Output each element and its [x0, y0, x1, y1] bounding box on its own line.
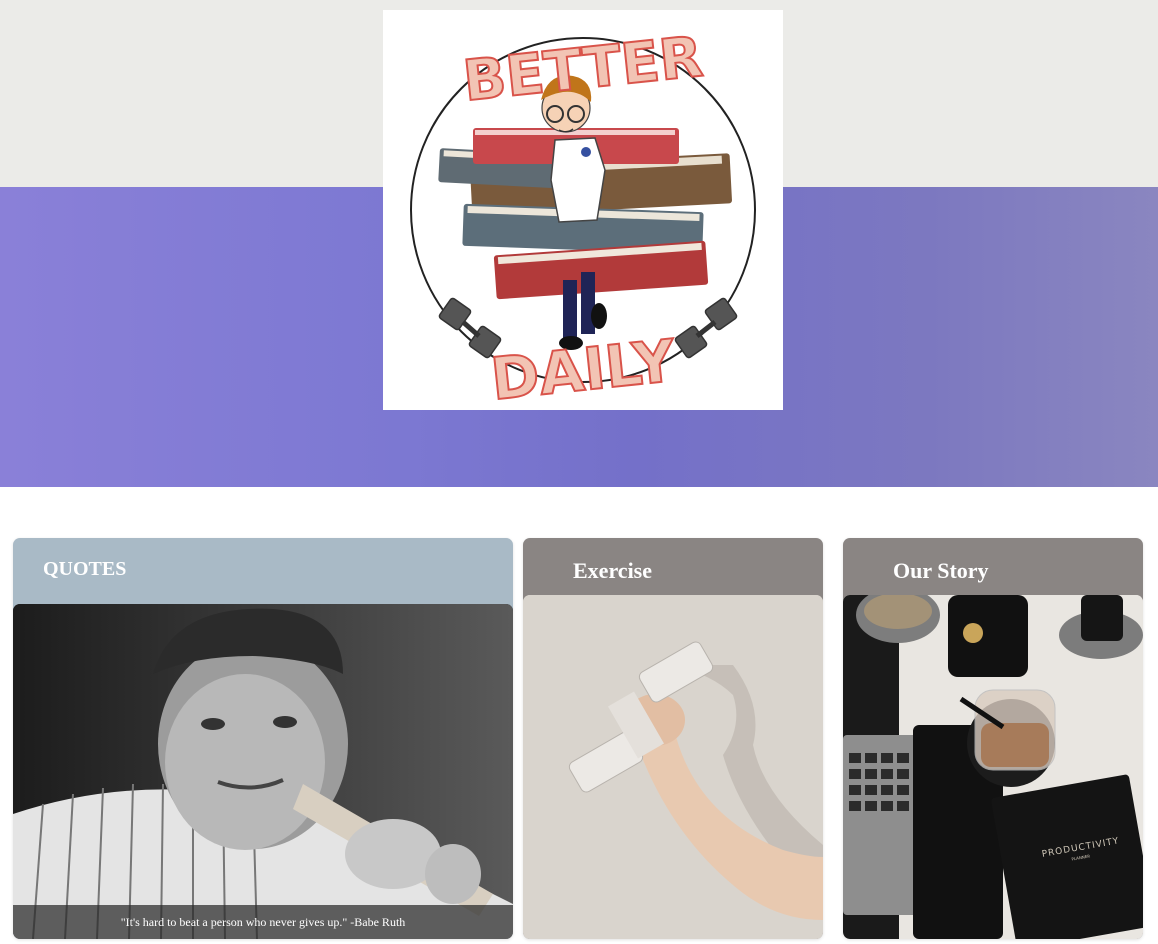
logo-text-bottom: DAILY: [488, 326, 680, 410]
quote-caption: "It's hard to beat a person who never gi…: [13, 905, 513, 939]
our-story-card[interactable]: Our Story PRODUCTIVITY PLANNER: [843, 538, 1143, 939]
quotes-card-title: QUOTES: [43, 558, 127, 580]
dumbbell-right-icon: [674, 297, 738, 359]
better-daily-logo[interactable]: BETTER DAILY: [383, 10, 783, 410]
babe-ruth-photo: "It's hard to beat a person who never gi…: [13, 604, 513, 939]
logo-illustration: BETTER DAILY: [410, 24, 756, 410]
desk-photo: PRODUCTIVITY PLANNER: [843, 595, 1143, 939]
quotes-card[interactable]: QUOTES "It's hard to beat a person who n…: [13, 538, 513, 939]
exercise-card-title: Exercise: [573, 558, 653, 583]
dumbbell-photo: [523, 595, 823, 939]
exercise-card[interactable]: Exercise: [523, 538, 823, 939]
our-story-card-title: Our Story: [893, 558, 989, 583]
logo-text-top: BETTER: [460, 25, 705, 115]
page: BETTER DAILY QUOTES "It's hard to beat a…: [0, 0, 1158, 944]
